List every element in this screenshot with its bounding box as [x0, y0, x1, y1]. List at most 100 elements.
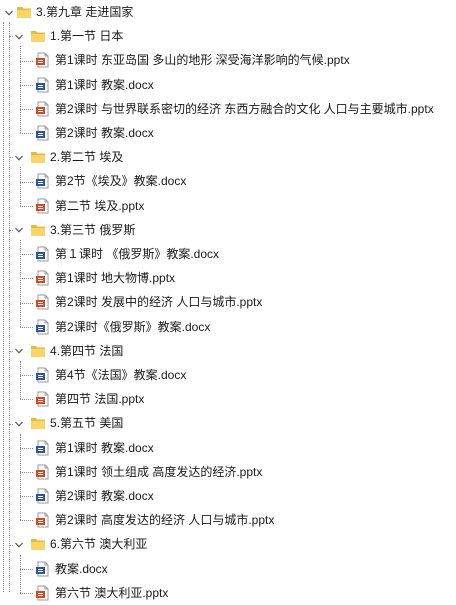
docx-file-icon	[35, 173, 51, 189]
tree-guide-connector	[20, 84, 33, 86]
file-item-label: 第1课时 教案.docx	[55, 440, 154, 455]
file-item[interactable]: 第2课时 与世界联系密切的经济 东西方融合的文化 人口与主要城市.pptx	[35, 97, 434, 121]
file-item-label: 第2节《埃及》教案.docx	[55, 174, 187, 189]
folder-icon	[30, 149, 46, 165]
file-item[interactable]: 第2课时 发展中的经济 人口与城市.pptx	[35, 290, 262, 314]
file-item-label: 第二节 埃及.pptx	[55, 198, 145, 213]
pptx-file-icon	[35, 464, 51, 480]
tree-guide-connector	[20, 520, 33, 522]
file-item-label: 第１课时 《俄罗斯》教案.docx	[55, 247, 220, 261]
section-folder-6-label: 6.第六节 澳大利亚	[50, 537, 148, 552]
tree-guide-line	[20, 433, 21, 521]
tree-guide-connector	[20, 375, 33, 377]
docx-file-icon	[35, 440, 51, 456]
pptx-file-icon	[35, 270, 51, 286]
file-item[interactable]: 第六节 澳大利亚.pptx	[35, 581, 168, 605]
section-folder-3[interactable]: 3.第三节 俄罗斯	[30, 218, 135, 242]
file-item-label: 第1课时 地大物博.pptx	[55, 271, 176, 286]
file-item-label: 第2课时 发展中的经济 人口与城市.pptx	[55, 295, 263, 310]
tree-guide-connector	[9, 36, 13, 38]
tree-guide-connector	[20, 60, 33, 62]
tree-guide-connector	[9, 229, 13, 231]
section-folder-5[interactable]: 5.第五节 美国	[30, 411, 123, 435]
tree-guide-line	[20, 554, 21, 593]
tree-guide-connector	[9, 544, 13, 546]
file-item-label: 第1课时 领土组成 高度发达的经济.pptx	[55, 464, 263, 479]
file-item-label: 第1课时 东亚岛国 多山的地形 深受海洋影响的气候.pptx	[55, 53, 350, 68]
tree-guide-line	[3, 22, 4, 592]
pptx-file-icon	[35, 101, 51, 117]
file-item[interactable]: 教案.docx	[35, 557, 108, 581]
file-item[interactable]: 第1课时 领土组成 高度发达的经济.pptx	[35, 460, 262, 484]
pptx-file-icon	[35, 52, 51, 68]
tree-guide-line	[20, 361, 21, 400]
docx-file-icon	[35, 561, 51, 577]
file-item-label: 第2课时 教案.docx	[55, 489, 154, 503]
docx-file-icon	[35, 367, 51, 383]
tree-guide-connector	[20, 471, 33, 473]
docx-file-icon	[35, 488, 51, 504]
collapse-toggle-icon[interactable]	[3, 7, 14, 18]
tree-guide-connector	[20, 302, 33, 304]
file-item[interactable]: 第四节 法国.pptx	[35, 387, 144, 411]
folder-icon	[30, 222, 46, 238]
file-item[interactable]: 第1课时 地大物博.pptx	[35, 266, 175, 290]
folder-icon	[30, 536, 46, 552]
section-folder-3-label: 3.第三节 俄罗斯	[50, 222, 136, 237]
file-item-label: 第六节 澳大利亚.pptx	[55, 585, 169, 600]
tree-guide-line	[20, 46, 21, 134]
tree-guide-connector	[9, 423, 13, 425]
section-folder-1[interactable]: 1.第一节 日本	[30, 24, 123, 48]
docx-file-icon	[35, 246, 51, 262]
collapse-toggle-icon[interactable]	[13, 152, 24, 163]
tree-guide-connector	[20, 133, 33, 135]
collapse-toggle-icon[interactable]	[13, 346, 24, 357]
tree-guide-connector	[20, 254, 33, 256]
section-folder-6[interactable]: 6.第六节 澳大利亚	[30, 532, 147, 556]
collapse-toggle-icon[interactable]	[13, 31, 24, 42]
section-folder-4-label: 4.第四节 法国	[50, 343, 124, 358]
section-folder-4[interactable]: 4.第四节 法国	[30, 339, 123, 363]
tree-guide-connector	[20, 399, 33, 401]
tree-guide-line	[20, 167, 21, 206]
tree-guide-connector	[20, 568, 33, 570]
file-item-label: 第四节 法国.pptx	[55, 392, 145, 407]
file-item[interactable]: 第1课时 教案.docx	[35, 73, 154, 97]
file-item[interactable]: 第2节《埃及》教案.docx	[35, 169, 186, 193]
docx-file-icon	[35, 319, 51, 335]
file-item-label: 第2课时 高度发达的经济 人口与城市.pptx	[55, 513, 275, 528]
tree-guide-connector	[20, 108, 33, 110]
file-item[interactable]: 第2课时 教案.docx	[35, 484, 154, 508]
tree-guide-connector	[20, 447, 33, 449]
pptx-file-icon	[35, 294, 51, 310]
file-item-label: 第2课时《俄罗斯》教案.docx	[55, 319, 211, 334]
section-folder-1-label: 1.第一节 日本	[50, 29, 124, 44]
folder-icon	[30, 28, 46, 44]
root-folder[interactable]: 3.第九章 走进国家	[16, 0, 133, 24]
file-item-label: 第1课时 教案.docx	[55, 77, 154, 92]
docx-file-icon	[35, 77, 51, 93]
docx-file-icon	[35, 125, 51, 141]
file-item[interactable]: 第二节 埃及.pptx	[35, 194, 144, 218]
file-item[interactable]: 第2课时《俄罗斯》教案.docx	[35, 315, 210, 339]
collapse-toggle-icon[interactable]	[13, 418, 24, 429]
tree-guide-connector	[20, 326, 33, 328]
file-item[interactable]: 第１课时 《俄罗斯》教案.docx	[35, 242, 219, 266]
file-item[interactable]: 第2课时 高度发达的经济 人口与城市.pptx	[35, 508, 274, 532]
tree-guide-connector	[9, 350, 13, 352]
tree-guide-connector	[9, 157, 13, 159]
file-item-label: 第4节《法国》教案.docx	[55, 368, 187, 382]
section-folder-5-label: 5.第五节 美国	[50, 416, 124, 431]
pptx-file-icon	[35, 512, 51, 528]
file-item[interactable]: 第1课时 东亚岛国 多山的地形 深受海洋影响的气候.pptx	[35, 48, 350, 72]
file-item[interactable]: 第2课时 教案.docx	[35, 121, 154, 145]
tree-guide-connector	[20, 205, 33, 207]
file-item-label: 教案.docx	[55, 561, 108, 576]
file-item[interactable]: 第1课时 教案.docx	[35, 436, 154, 460]
tree-guide-line	[20, 240, 21, 327]
file-item[interactable]: 第4节《法国》教案.docx	[35, 363, 186, 387]
collapse-toggle-icon[interactable]	[13, 539, 24, 550]
section-folder-2[interactable]: 2.第二节 埃及	[30, 145, 123, 169]
collapse-toggle-icon[interactable]	[13, 225, 24, 236]
tree-guide-connector	[20, 496, 33, 498]
